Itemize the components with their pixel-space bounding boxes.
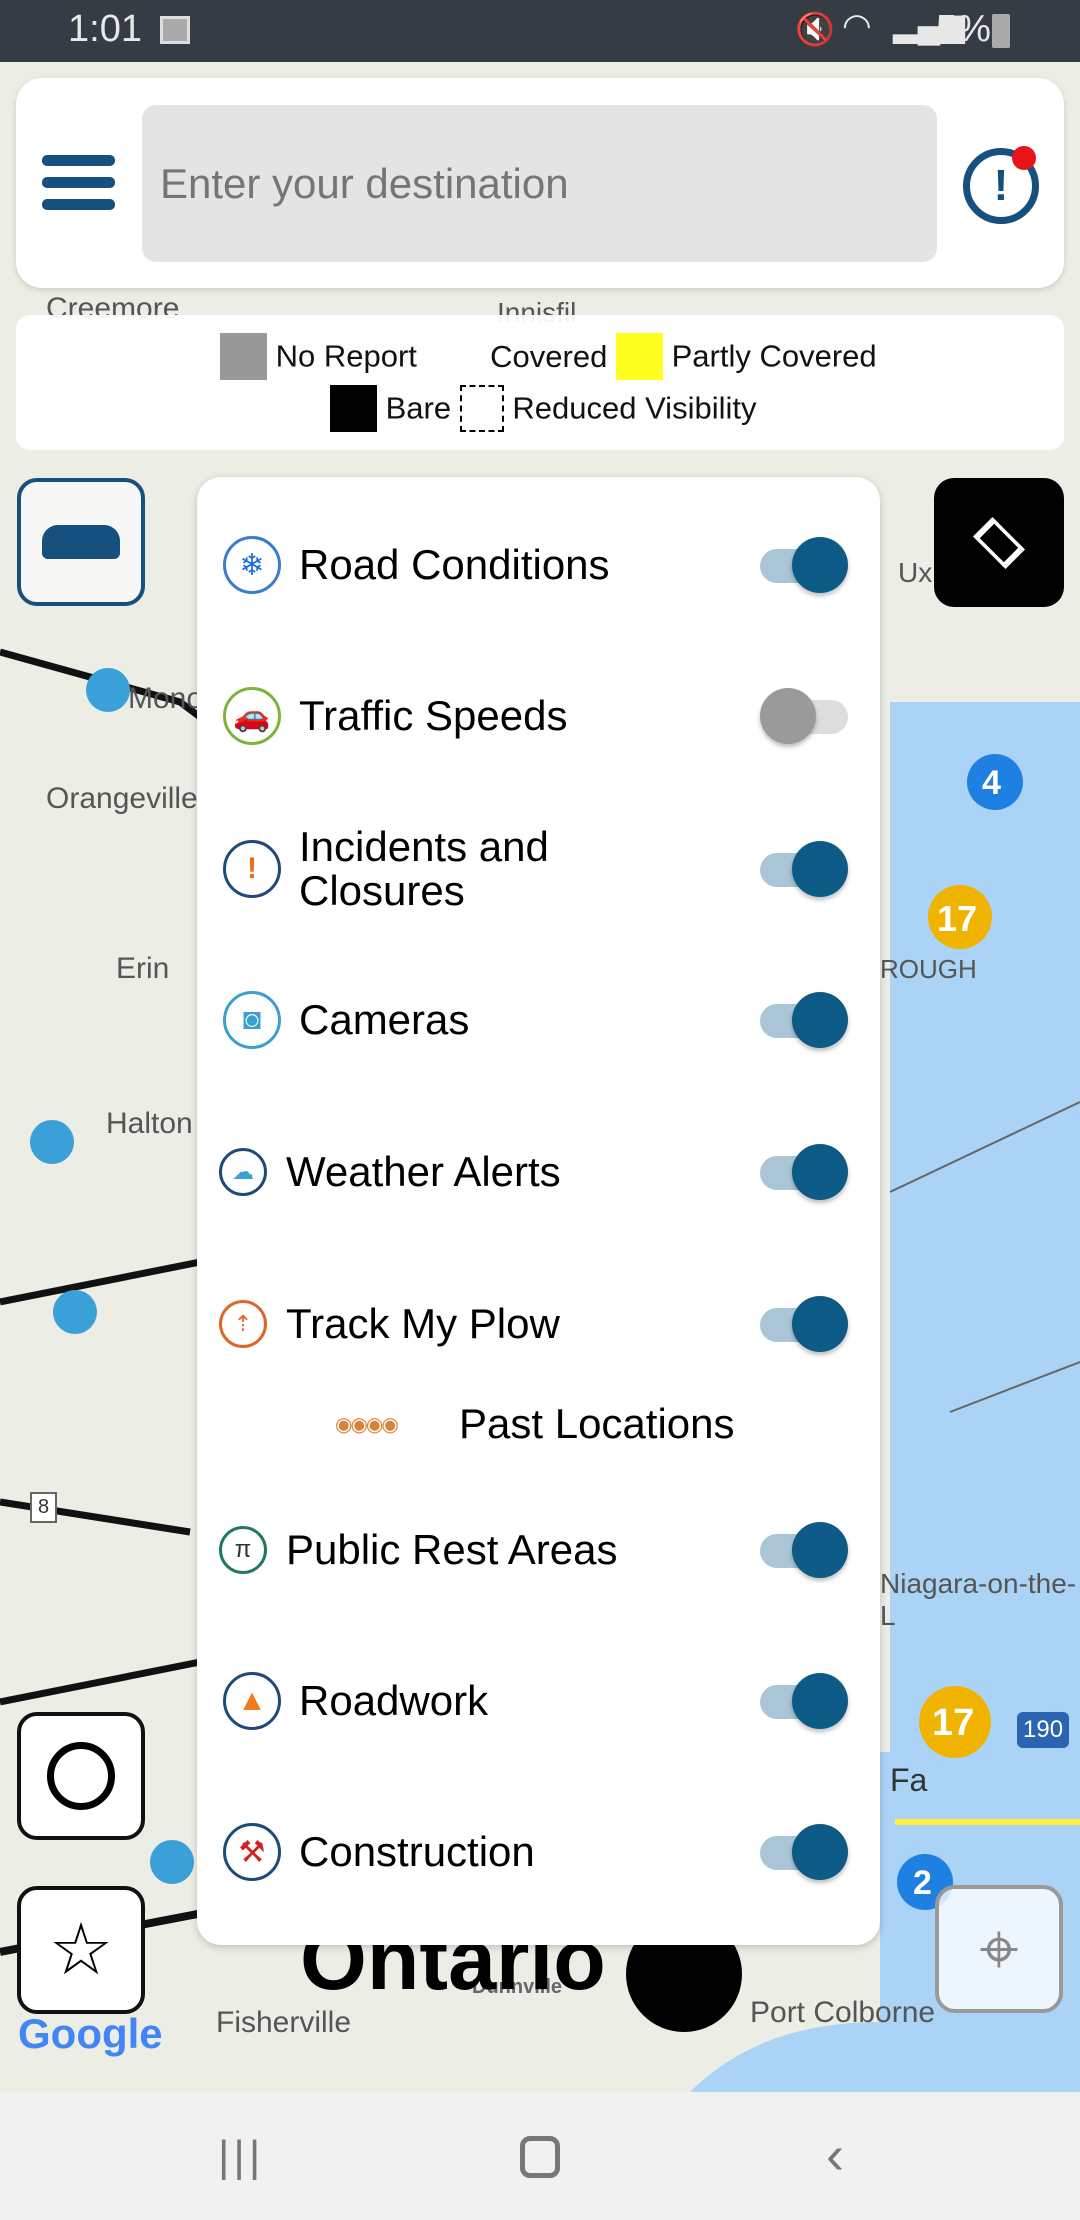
layer-label: Roadwork <box>299 1677 489 1724</box>
traffic-speeds-toggle[interactable] <box>760 686 852 746</box>
cameras-toggle[interactable] <box>760 990 852 1050</box>
destination-search-input[interactable] <box>142 105 937 262</box>
layer-label: Track My Plow <box>286 1300 560 1347</box>
my-location-button[interactable]: ⌖ <box>935 1885 1063 2013</box>
exclamation-icon: ! <box>223 840 281 898</box>
back-icon[interactable]: ‹ <box>826 2124 844 2186</box>
steering-wheel-icon <box>47 1742 115 1810</box>
picnic-table-icon: π <box>219 1526 267 1574</box>
layer-track-my-plow[interactable]: ⇡ Track My Plow <box>197 1274 880 1374</box>
snowflake-icon: ❄ <box>223 536 281 594</box>
home-icon[interactable] <box>520 2136 560 2178</box>
weather-alerts-toggle[interactable] <box>760 1142 852 1202</box>
layer-traffic-speeds[interactable]: 🚗 Traffic Speeds <box>197 666 880 766</box>
place-label: ROUGH <box>880 954 977 984</box>
layer-label: Public Rest Areas <box>286 1526 618 1573</box>
legend-swatch-bare <box>330 385 377 432</box>
traffic-layer-button[interactable] <box>17 478 145 606</box>
road-conditions-toggle[interactable] <box>760 535 852 595</box>
image-icon <box>160 16 190 44</box>
rest-areas-toggle[interactable] <box>760 1520 852 1580</box>
battery-charging-icon <box>992 14 1010 48</box>
crosshair-icon: ⌖ <box>979 1910 1019 1988</box>
legend-swatch-partly-covered <box>615 333 663 380</box>
place-label: Fisherville <box>216 2006 352 2039</box>
wifi-icon: ◠ <box>842 7 872 45</box>
legend-label: No Report <box>275 338 417 374</box>
battery-percent: 5% <box>936 8 991 50</box>
star-icon: ☆ <box>48 1910 114 1990</box>
place-label: Erin <box>116 952 170 985</box>
worker-icon: ⚒ <box>223 1823 281 1881</box>
layers-button[interactable] <box>934 478 1064 607</box>
place-label: Niagara-on-the-L <box>880 1568 1077 1631</box>
highway-shield: 190 <box>1017 1712 1070 1748</box>
cluster-count[interactable]: 2 <box>913 1864 932 1903</box>
legend-label: Partly Covered <box>671 338 877 374</box>
layer-label: Weather Alerts <box>286 1148 561 1195</box>
place-label: Orangeville <box>46 782 198 815</box>
layer-incidents-closures[interactable]: ! Incidents and Closures <box>197 819 880 919</box>
place-label: Port Colborne <box>750 1996 936 2029</box>
place-label: Fa <box>890 1762 928 1798</box>
layer-label: Road Conditions <box>299 541 610 588</box>
exclamation-circle-icon: ! <box>993 161 1009 210</box>
layers-panel: ❄ Road Conditions 🚗 Traffic Speeds ! Inc… <box>197 477 880 1945</box>
route-shield: 8 <box>30 1492 58 1523</box>
cluster-count[interactable]: 17 <box>932 1702 974 1745</box>
drive-mode-button[interactable] <box>17 1712 145 1840</box>
status-bar: 1:01 🔇 ◠ ▂▄▆ 5% <box>0 0 1080 62</box>
layer-weather-alerts[interactable]: ☁ Weather Alerts <box>197 1122 880 1222</box>
layer-label: Incidents and Closures <box>299 823 549 914</box>
legend-swatch-reduced-visibility <box>459 385 504 432</box>
recent-apps-icon[interactable]: ||| <box>218 2132 264 2182</box>
place-label: Halton <box>106 1107 193 1140</box>
car-icon <box>42 525 120 559</box>
cluster-count[interactable]: 17 <box>937 898 977 940</box>
legend-label: Bare <box>385 390 452 426</box>
road-conditions-legend: No Report Covered Partly Covered Bare Re… <box>16 315 1064 450</box>
layer-label: Cameras <box>299 996 470 1043</box>
place-label: Ux <box>898 557 933 588</box>
plow-icon: ⇡ <box>219 1300 267 1348</box>
past-locations-dots-icon: ◉◉◉◉ <box>335 1413 399 1436</box>
layers-icon <box>972 516 1026 569</box>
past-locations-legend: ◉◉◉◉ Past Locations <box>197 1374 880 1474</box>
legend-swatch-covered <box>425 333 456 380</box>
layer-label: Construction <box>299 1828 535 1875</box>
camera-icon: ◙ <box>223 991 281 1049</box>
car-icon: 🚗 <box>223 687 281 745</box>
layer-roadwork[interactable]: ▲ Roadwork <box>197 1651 880 1751</box>
notification-badge <box>1012 146 1036 170</box>
legend-swatch-no-report <box>220 333 267 380</box>
cluster-count[interactable]: 4 <box>982 764 1001 803</box>
layer-construction[interactable]: ⚒ Construction <box>197 1802 880 1902</box>
menu-button[interactable] <box>42 155 115 211</box>
layer-public-rest-areas[interactable]: π Public Rest Areas <box>197 1500 880 1600</box>
track-my-plow-toggle[interactable] <box>760 1294 852 1354</box>
hamburger-icon <box>42 155 115 210</box>
mute-icon: 🔇 <box>795 11 835 47</box>
roadwork-toggle[interactable] <box>760 1671 852 1731</box>
construction-toggle[interactable] <box>760 1822 852 1882</box>
layer-cameras[interactable]: ◙ Cameras <box>197 970 880 1070</box>
favourites-button[interactable]: ☆ <box>17 1886 145 2014</box>
google-logo: Google <box>18 2010 163 2057</box>
clock: 1:01 <box>68 8 142 50</box>
place-label: Mono <box>128 682 204 715</box>
traffic-cone-icon: ▲ <box>223 1672 281 1730</box>
layer-road-conditions[interactable]: ❄ Road Conditions <box>197 515 880 615</box>
legend-label: Covered <box>490 338 608 374</box>
layer-label: Traffic Speeds <box>299 692 568 739</box>
incidents-toggle[interactable] <box>760 839 852 899</box>
legend-label: Reduced Visibility <box>512 390 757 426</box>
system-nav-bar: ||| ‹ <box>0 2092 1080 2220</box>
layer-label: Past Locations <box>459 1400 735 1447</box>
cloud-lightning-icon: ☁ <box>219 1148 267 1196</box>
